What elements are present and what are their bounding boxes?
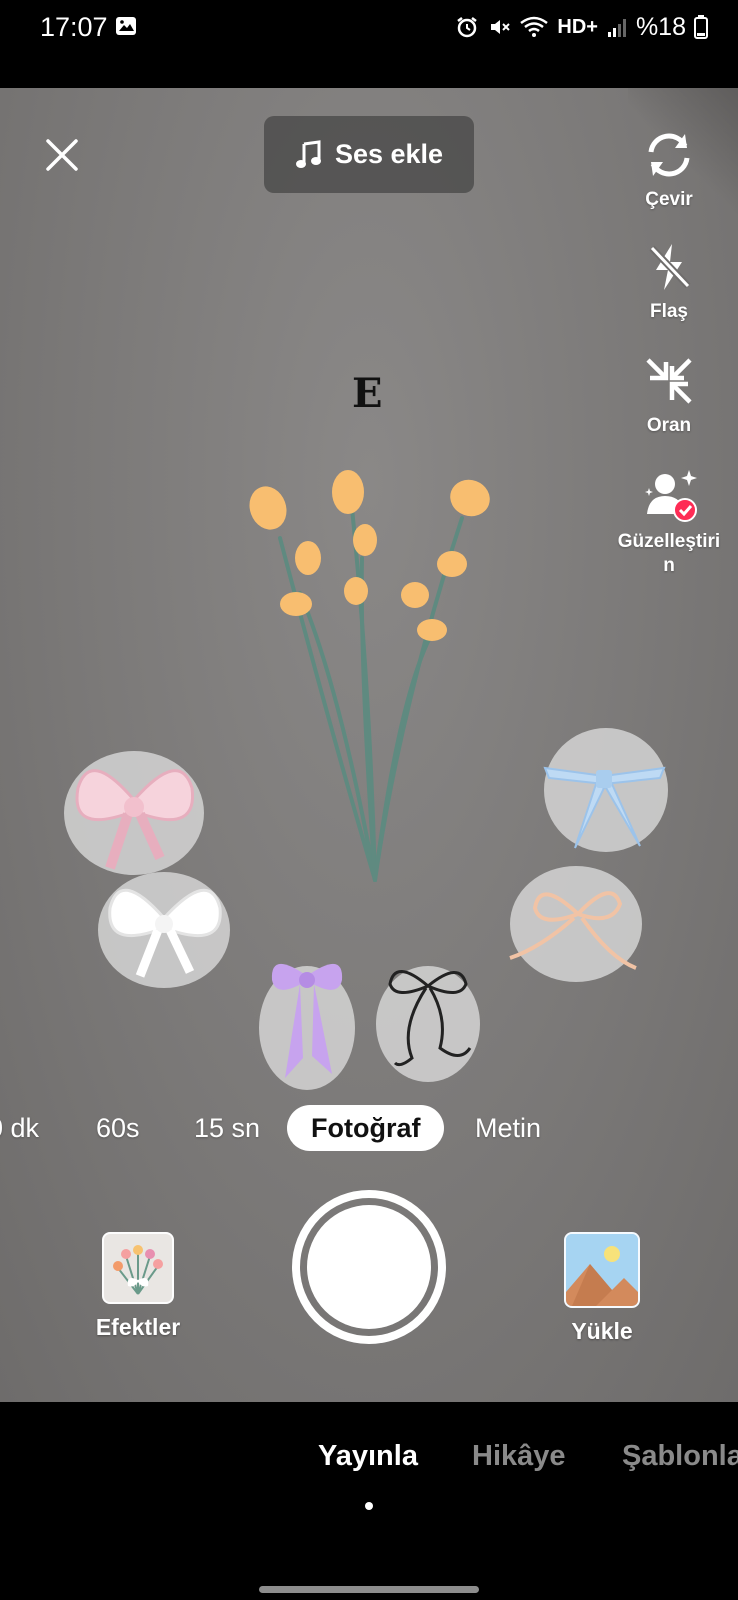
bouquet-thumbnail-icon xyxy=(113,1245,163,1295)
mode-15-sec[interactable]: 15 sn xyxy=(194,1105,260,1151)
tab-story[interactable]: Hikâye xyxy=(472,1440,566,1473)
shutter-inner xyxy=(307,1205,431,1329)
flash-label: Flaş xyxy=(649,301,689,322)
white-bow-sticker xyxy=(98,872,230,988)
network-type-label: HD+ xyxy=(557,15,598,38)
mode-10-min[interactable]: 0 dk xyxy=(0,1105,39,1151)
add-sound-button[interactable]: Ses ekle xyxy=(264,116,474,193)
alarm-icon xyxy=(457,17,478,38)
aspect-ratio-button[interactable]: Oran xyxy=(610,354,728,438)
battery-percent: %18 xyxy=(635,12,686,41)
close-icon[interactable] xyxy=(42,135,82,175)
flash-off-icon xyxy=(649,244,691,290)
wifi-icon xyxy=(520,16,549,37)
flash-button[interactable]: Flaş xyxy=(610,240,728,324)
mode-text[interactable]: Metin xyxy=(475,1105,541,1151)
add-sound-label: Ses ekle xyxy=(334,139,444,169)
bottom-nav-bar: Yayınla Hikâye Şablonla xyxy=(0,1402,738,1600)
landscape-image-icon xyxy=(566,1234,638,1306)
blue-bow-sticker xyxy=(543,728,668,852)
signal-icon xyxy=(607,19,626,37)
status-bar: 17:07 HD+ %18 xyxy=(0,0,738,88)
beautify-icon xyxy=(645,470,697,522)
selected-tab-indicator xyxy=(365,1502,373,1510)
home-indicator[interactable] xyxy=(259,1586,479,1593)
tab-post[interactable]: Yayınla xyxy=(318,1440,418,1473)
upload-button[interactable]: Yükle xyxy=(564,1232,640,1345)
flip-camera-label: Çevir xyxy=(645,189,693,210)
status-time: 17:07 xyxy=(40,12,108,42)
effects-button[interactable]: Efektler xyxy=(86,1232,190,1341)
capture-mode-selector: 0 dk 60s 15 sn Fotoğraf Metin xyxy=(0,1105,738,1155)
beautify-label: Güzelleştiri n xyxy=(617,531,721,576)
gallery-notification-icon xyxy=(116,17,136,35)
purple-bow-sticker xyxy=(259,963,355,1090)
pink-bow-sticker xyxy=(64,751,204,875)
flip-camera-icon xyxy=(648,133,690,177)
battery-icon xyxy=(694,15,708,39)
aspect-ratio-icon xyxy=(646,358,692,404)
effects-label: Efektler xyxy=(95,1314,181,1340)
effects-thumbnail xyxy=(102,1232,174,1304)
flip-camera-button[interactable]: Çevir xyxy=(610,128,728,212)
mode-60s[interactable]: 60s xyxy=(96,1105,140,1151)
status-right-group: HD+ %18 xyxy=(455,12,708,42)
aspect-ratio-label: Oran xyxy=(646,415,692,436)
upload-thumbnail xyxy=(564,1232,640,1308)
peach-ribbon-sticker xyxy=(509,866,642,982)
effect-letter-text: E xyxy=(352,370,383,417)
mode-photo[interactable]: Fotoğraf xyxy=(287,1105,445,1151)
music-note-icon xyxy=(295,139,321,168)
mute-icon xyxy=(491,20,511,34)
tab-templates[interactable]: Şablonla xyxy=(622,1440,738,1473)
beautify-button[interactable]: Güzelleştiri n xyxy=(610,468,728,578)
black-ribbon-sticker xyxy=(376,966,480,1082)
upload-label: Yükle xyxy=(571,1318,633,1344)
shutter-button[interactable] xyxy=(292,1190,446,1344)
flower-bouquet-sticker xyxy=(249,470,490,882)
